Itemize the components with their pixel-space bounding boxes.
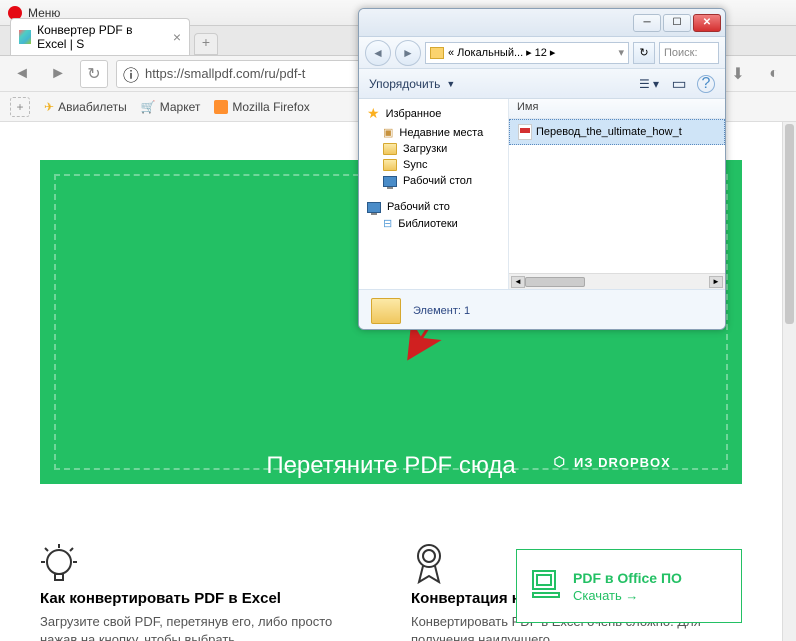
new-tab-button[interactable]: + (194, 33, 218, 55)
column-header-name[interactable]: Имя (509, 99, 725, 119)
dialog-back-button[interactable]: ◄ (365, 40, 391, 66)
turbo-icon[interactable]: ◐ (760, 60, 788, 88)
cloud-links: ⬡ ИЗ DROPBOX ▲ ИЗ GOOGLE DRIVE (554, 454, 712, 499)
nav-forward-button[interactable]: ► (44, 60, 72, 88)
dialog-path-field[interactable]: « Локальный... ▸ 12 ▸ ▾ (425, 42, 629, 64)
sidebar-desktop-group[interactable]: Рабочий сто (359, 199, 508, 215)
nav-back-button[interactable]: ◄ (8, 60, 36, 88)
dialog-toolbar: Упорядочить ▼ ☰ ▾ ▭ ? (359, 69, 725, 99)
folder-icon (383, 143, 397, 155)
tab-close-icon[interactable]: × (173, 29, 181, 45)
dialog-search-field[interactable]: Поиск: (659, 42, 719, 64)
promo-text: PDF в Office ПО Скачать → (573, 570, 682, 603)
pdf-icon (518, 124, 532, 140)
recent-icon: ▣ (383, 126, 393, 139)
preview-pane-button[interactable]: ▭ (667, 74, 691, 94)
dropbox-link[interactable]: ⬡ ИЗ DROPBOX (554, 454, 712, 470)
lightbulb-icon (40, 542, 371, 584)
dialog-sidebar: ★ Избранное ▣ Недавние места Загрузки Sy… (359, 99, 509, 289)
bookmark-aviabilety[interactable]: ✈ Авиабилеты (44, 100, 127, 114)
sidebar-desktop[interactable]: Рабочий стол (359, 173, 508, 189)
browser-tab[interactable]: Конвертер PDF в Excel | S × (10, 18, 190, 55)
tab-title: Конвертер PDF в Excel | S (37, 23, 163, 51)
download-icon[interactable]: ⬇ (724, 60, 752, 88)
scroll-right-button[interactable]: ► (709, 276, 723, 288)
promo-box[interactable]: PDF в Office ПО Скачать → (516, 549, 742, 623)
computer-icon (529, 567, 563, 606)
promo-title: PDF в Office ПО (573, 570, 682, 586)
bookmark-firefox[interactable]: Mozilla Firefox (214, 100, 309, 114)
folder-icon (430, 47, 444, 59)
drop-main-text: Перетяните PDF сюда (266, 452, 515, 480)
dialog-minimize-button[interactable]: ─ (633, 14, 661, 32)
file-row[interactable]: Перевод_the_ultimate_how_t (509, 119, 725, 145)
libraries-icon: ⊟ (383, 217, 392, 230)
organize-menu[interactable]: Упорядочить ▼ (369, 77, 455, 91)
file-dialog: ─ ☐ ✕ ◄ ► « Локальный... ▸ 12 ▸ ▾ ↻ Поис… (358, 8, 726, 330)
vertical-scrollbar[interactable] (782, 122, 796, 641)
dialog-titlebar[interactable]: ─ ☐ ✕ (359, 9, 725, 37)
promo-link[interactable]: Скачать → (573, 588, 682, 603)
drop-text-block: Перетяните PDF сюда Выберите файл (266, 452, 515, 514)
gdrive-icon: ▲ (554, 484, 568, 499)
cart-icon: 🛒 (141, 100, 156, 114)
help-button[interactable]: ? (697, 75, 715, 93)
horizontal-scrollbar[interactable]: ◄ ► (509, 273, 725, 289)
sidebar-favorites[interactable]: ★ Избранное (359, 103, 508, 124)
folder-icon (383, 159, 397, 171)
view-menu[interactable]: ☰ ▾ (637, 74, 661, 94)
plane-icon: ✈ (44, 100, 54, 114)
bookmark-market[interactable]: 🛒 Маркет (141, 100, 201, 114)
add-bookmark-button[interactable]: + (10, 97, 30, 117)
feature-1: Как конвертировать PDF в Excel Загрузите… (40, 542, 371, 641)
scroll-track[interactable] (525, 276, 709, 288)
dialog-forward-button[interactable]: ► (395, 40, 421, 66)
scroll-thumb[interactable] (785, 124, 794, 324)
site-info-icon[interactable]: ⓘ (123, 62, 139, 86)
tab-favicon (19, 30, 31, 44)
dialog-file-list: Имя Перевод_the_ultimate_how_t ◄ ► (509, 99, 725, 289)
dialog-status-bar: Элемент: 1 (359, 289, 725, 330)
dropbox-icon: ⬡ (554, 454, 566, 470)
star-icon: ★ (367, 105, 380, 122)
dialog-nav-bar: ◄ ► « Локальный... ▸ 12 ▸ ▾ ↻ Поиск: (359, 37, 725, 69)
desktop-icon (383, 176, 397, 187)
dialog-maximize-button[interactable]: ☐ (663, 14, 691, 32)
firefox-icon (214, 100, 228, 114)
select-file-link[interactable]: Выберите файл (309, 486, 472, 514)
chevron-down-icon: ▼ (446, 79, 455, 89)
desktop-icon (367, 202, 381, 213)
dialog-refresh-button[interactable]: ↻ (633, 42, 655, 64)
nav-refresh-button[interactable]: ↻ (80, 60, 108, 88)
gdrive-link[interactable]: ▲ ИЗ GOOGLE DRIVE (554, 484, 712, 499)
sidebar-sync[interactable]: Sync (359, 157, 508, 173)
dialog-body: ★ Избранное ▣ Недавние места Загрузки Sy… (359, 99, 725, 289)
feature1-text: Загрузите свой PDF, перетянув его, либо … (40, 613, 371, 641)
feature1-title: Как конвертировать PDF в Excel (40, 590, 371, 607)
dialog-close-button[interactable]: ✕ (693, 14, 721, 32)
scroll-left-button[interactable]: ◄ (511, 276, 525, 288)
file-name: Перевод_the_ultimate_how_t (536, 126, 682, 138)
status-text: Элемент: 1 (413, 305, 470, 317)
sidebar-libraries[interactable]: ⊟ Библиотеки (359, 215, 508, 232)
folder-icon (371, 298, 401, 324)
sidebar-recent[interactable]: ▣ Недавние места (359, 124, 508, 141)
scroll-thumb[interactable] (525, 277, 585, 287)
sidebar-downloads[interactable]: Загрузки (359, 141, 508, 157)
